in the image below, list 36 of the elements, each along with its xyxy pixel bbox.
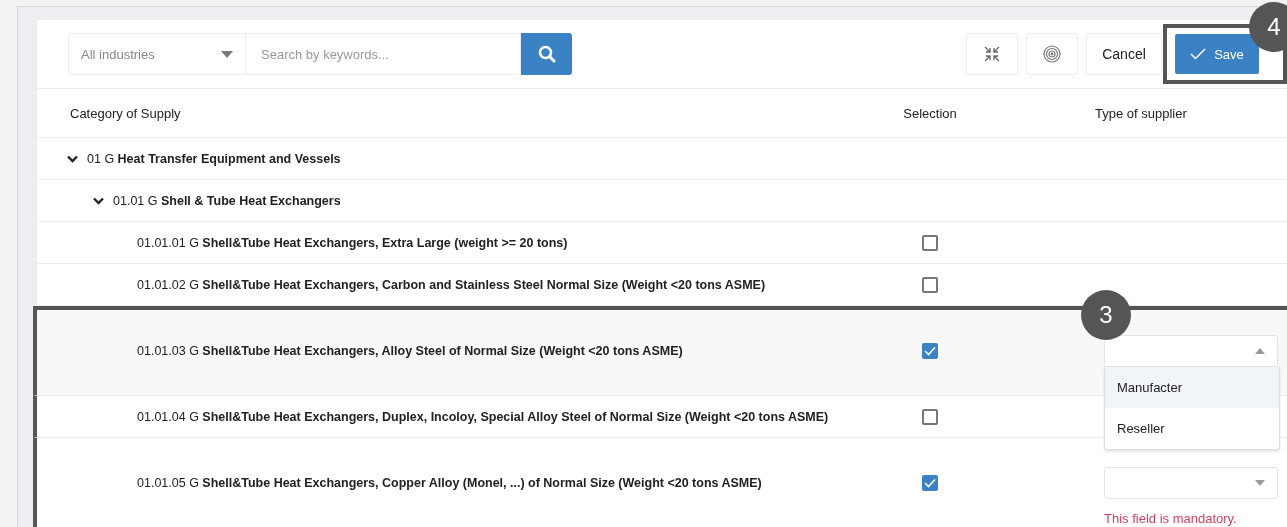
column-header: Type of supplier <box>1094 105 1188 121</box>
target-button[interactable] <box>1026 33 1078 75</box>
collapse-arrows-icon <box>983 45 1001 63</box>
selection-checkbox[interactable] <box>922 276 938 293</box>
target-icon <box>1043 45 1061 63</box>
category-label: 01.01.01 G Shell&Tube Heat Exchangers, Extra Large (weight >= 20 tons) <box>137 235 568 250</box>
chevron-down-icon[interactable] <box>67 154 78 163</box>
search-field[interactable]: Search by keywords... <box>246 33 521 75</box>
industry-select[interactable]: All industries <box>68 33 246 75</box>
callout-badge: 3 <box>1081 290 1131 340</box>
selection-checkbox[interactable] <box>922 408 938 425</box>
column-header: Category of Supply <box>69 105 182 121</box>
category-label: 01.01.03 G Shell&Tube Heat Exchangers, Alloy Steel of Normal Size (Weight <20 tons ASME) <box>137 343 683 358</box>
caret-up-icon <box>1255 347 1265 354</box>
callout-badge: 4 <box>1249 2 1287 52</box>
category-label: 01.01.05 G Shell&Tube Heat Exchangers, Copper Alloy (Monel, ...) of Normal Size (Weight <20 tons ASME) <box>137 475 762 490</box>
caret-icon <box>221 50 233 58</box>
column-header: Selection <box>902 105 958 121</box>
error-message: This field is mandatory. <box>1104 510 1237 526</box>
checkmark-icon <box>1190 48 1207 60</box>
selection-checkbox[interactable] <box>922 342 938 359</box>
category-label: 01 G Heat Transfer Equipment and Vessels <box>87 151 341 166</box>
caret-down-icon <box>1255 479 1265 486</box>
category-label: 01.01 G Shell & Tube Heat Exchangers <box>113 193 341 208</box>
selection-checkbox[interactable] <box>922 234 938 251</box>
search-icon <box>537 45 556 63</box>
collapse-button[interactable] <box>966 33 1018 75</box>
selection-checkbox[interactable] <box>922 474 938 491</box>
dropdown-option[interactable]: Reseller <box>1105 407 1279 449</box>
cancel-button[interactable]: Cancel <box>1086 33 1162 75</box>
save-button[interactable]: Save <box>1175 34 1259 74</box>
category-label: 01.01.04 G Shell&Tube Heat Exchangers, Duplex, Incoloy, Special Alloy Steel of Normal Size (Weight <20 tons ASME) <box>137 409 829 424</box>
dropdown-option[interactable]: Manufacter <box>1105 366 1279 408</box>
search-button[interactable] <box>521 33 572 75</box>
category-label: 01.01.02 G Shell&Tube Heat Exchangers, Carbon and Stainless Steel Normal Size (Weight <20 tons ASME) <box>137 277 766 292</box>
chevron-down-icon[interactable] <box>93 196 104 205</box>
